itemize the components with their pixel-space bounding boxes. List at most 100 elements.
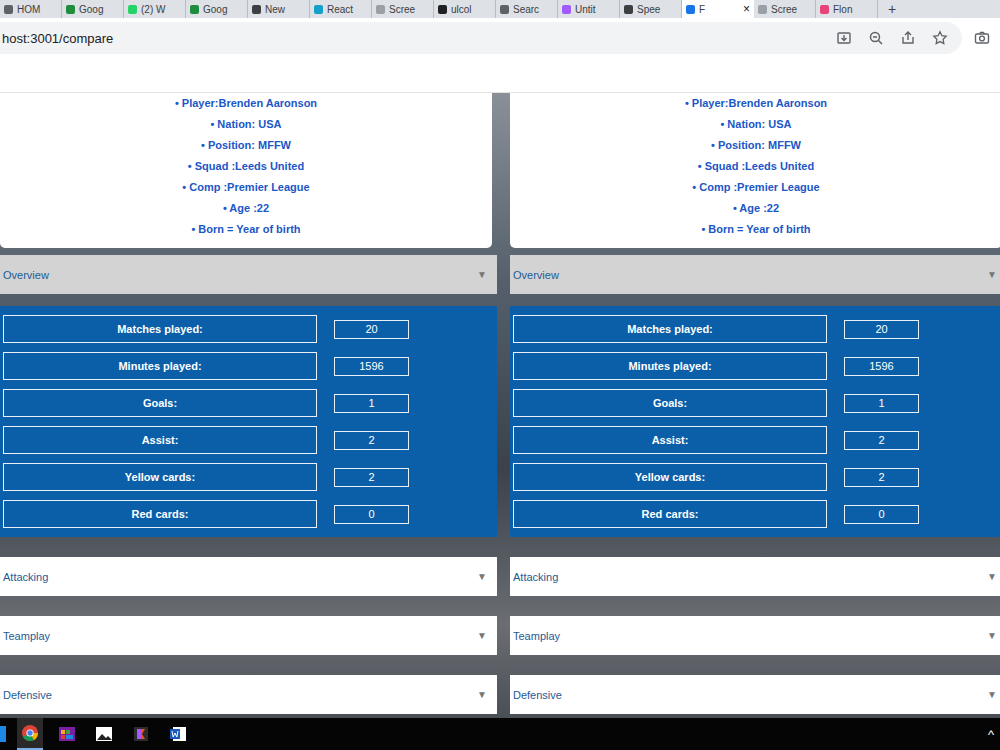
browser-tab[interactable]: Scree xyxy=(372,0,434,18)
stat-row: Red cards:0 xyxy=(513,500,1000,528)
browser-tab[interactable]: HOM xyxy=(0,0,62,18)
browser-tab[interactable]: Untit xyxy=(558,0,620,18)
section-header[interactable]: Overview▼ xyxy=(0,255,497,294)
stat-value: 1596 xyxy=(334,357,409,376)
stat-value: 20 xyxy=(334,320,409,339)
tab-label: Goog xyxy=(203,4,227,15)
tab-label: Scree xyxy=(771,4,797,15)
favicon-icon xyxy=(562,5,571,14)
stat-section: Overview▼Matches played:20Minutes played… xyxy=(0,255,497,537)
browser-tab[interactable]: (2) W xyxy=(124,0,186,18)
section-header[interactable]: Teamplay▼ xyxy=(0,616,497,655)
browser-window: HOM Goog (2) W Goog New React Scree ulcol Searc U… xyxy=(0,0,1000,750)
stats-panel: Matches played:20Minutes played:1596Goal… xyxy=(0,306,497,537)
chevron-icon: ▼ xyxy=(987,630,997,641)
section-header[interactable]: Attacking▼ xyxy=(510,557,1000,596)
stat-label: Yellow cards: xyxy=(513,463,827,491)
share-icon[interactable] xyxy=(900,30,916,46)
favicon-icon xyxy=(252,5,261,14)
stat-label: Minutes played: xyxy=(3,352,317,380)
stat-row: Goals:1 xyxy=(513,389,1000,417)
favicon-icon xyxy=(686,5,695,14)
profile-line: • Age :22 xyxy=(0,198,492,219)
stat-value: 2 xyxy=(334,431,409,450)
stat-section: Attacking▼ xyxy=(510,557,1000,596)
zoom-out-icon[interactable] xyxy=(868,30,884,46)
favicon-icon xyxy=(314,5,323,14)
stat-section: Teamplay▼ xyxy=(510,616,1000,655)
browser-tab[interactable]: New xyxy=(248,0,310,18)
compare-page: • Player:Brenden Aaronson• Nation: USA• … xyxy=(0,93,1000,718)
tab-label: Flon xyxy=(833,4,852,15)
section-header[interactable]: Attacking▼ xyxy=(0,557,497,596)
profile-line: • Player:Brenden Aaronson xyxy=(510,93,1000,114)
tab-label: Goog xyxy=(79,4,103,15)
section-header[interactable]: Defensive▼ xyxy=(0,675,497,714)
tab-label: New xyxy=(265,4,285,15)
stat-row: Minutes played: 1596 xyxy=(513,352,1000,380)
favicon-icon xyxy=(624,5,633,14)
stat-value: 2 xyxy=(844,468,919,487)
camera-icon[interactable] xyxy=(974,30,990,46)
stat-value: 0 xyxy=(844,505,919,524)
new-tab-button[interactable]: + xyxy=(878,0,906,18)
browser-tab[interactable]: Goog xyxy=(62,0,124,18)
browser-tab[interactable]: Spee xyxy=(620,0,682,18)
browser-tab[interactable]: Searc xyxy=(496,0,558,18)
stat-row: Assist:2 xyxy=(513,426,1000,454)
tab-label: ulcol xyxy=(451,4,472,15)
player-column: • Player:Brenden Aaronson• Nation: USA• … xyxy=(510,93,1000,714)
profile-line: • Squad :Leeds United xyxy=(0,156,492,177)
browser-tab[interactable]: F× xyxy=(682,0,754,18)
browser-tab[interactable]: ulcol xyxy=(434,0,496,18)
chevron-icon: ▼ xyxy=(477,689,487,700)
tab-label: Spee xyxy=(637,4,660,15)
stats-panel: Matches played: 2 0 Minutes played: 1596 Goal… xyxy=(510,306,1000,537)
stat-label: Yellow cards: xyxy=(3,463,317,491)
install-icon[interactable] xyxy=(836,30,852,46)
stat-row: Red cards:0 xyxy=(3,500,497,528)
taskbar: ^ xyxy=(0,718,1000,750)
stat-section: Defensive▼ xyxy=(510,675,1000,714)
stat-section: Defensive▼ xyxy=(0,675,497,714)
stat-value: 1 xyxy=(844,394,919,413)
stat-label: Matches played: xyxy=(3,315,317,343)
tab-label: Scree xyxy=(389,4,415,15)
close-tab-button[interactable]: × xyxy=(743,2,750,16)
favicon-icon xyxy=(190,5,199,14)
app-grid-icon[interactable] xyxy=(54,718,80,750)
stat-label: Matches played: xyxy=(513,315,827,343)
bookmark-star-icon[interactable] xyxy=(932,30,948,46)
chevron-icon: ▼ xyxy=(987,689,997,700)
tray-expand-button[interactable]: ^ xyxy=(986,727,996,742)
profile-line: • Player:Brenden Aaronson xyxy=(0,93,492,114)
section-header[interactable]: Defensive▼ xyxy=(510,675,1000,714)
profile-line: • Comp :Premier League xyxy=(510,177,1000,198)
photos-icon[interactable] xyxy=(91,718,117,750)
player-column: • Player:Brenden Aaronson• Nation: USA• … xyxy=(0,93,497,714)
section-header[interactable]: Overview▼ xyxy=(510,255,1000,294)
stat-row: Goals:1 xyxy=(3,389,497,417)
profile-line: • Comp :Premier League xyxy=(0,177,492,198)
favicon-icon xyxy=(66,5,75,14)
chevron-icon: ▼ xyxy=(987,269,997,280)
address-bar[interactable]: host:3001/compare xyxy=(0,22,962,54)
browser-tab[interactable]: React xyxy=(310,0,372,18)
favicon-icon xyxy=(820,5,829,14)
stat-label: Minutes played: xyxy=(513,352,827,380)
tab-label: Searc xyxy=(513,4,539,15)
stat-label: Assist: xyxy=(513,426,827,454)
stat-value: 1596 xyxy=(844,357,919,376)
word-icon[interactable] xyxy=(165,718,191,750)
browser-tab[interactable]: Flon xyxy=(816,0,878,18)
start-icon[interactable] xyxy=(0,726,6,742)
figma-icon[interactable] xyxy=(128,718,154,750)
chevron-icon: ▼ xyxy=(987,571,997,582)
stat-section: Overview▼ Matches played: 2 0 Minutes played… xyxy=(510,255,1000,537)
stat-value: 0 xyxy=(334,505,409,524)
stat-row: Assist:2 xyxy=(3,426,497,454)
section-header[interactable]: Teamplay▼ xyxy=(510,616,1000,655)
browser-tab[interactable]: Scree xyxy=(754,0,816,18)
chrome-icon[interactable] xyxy=(17,718,43,750)
browser-tab[interactable]: Goog xyxy=(186,0,248,18)
